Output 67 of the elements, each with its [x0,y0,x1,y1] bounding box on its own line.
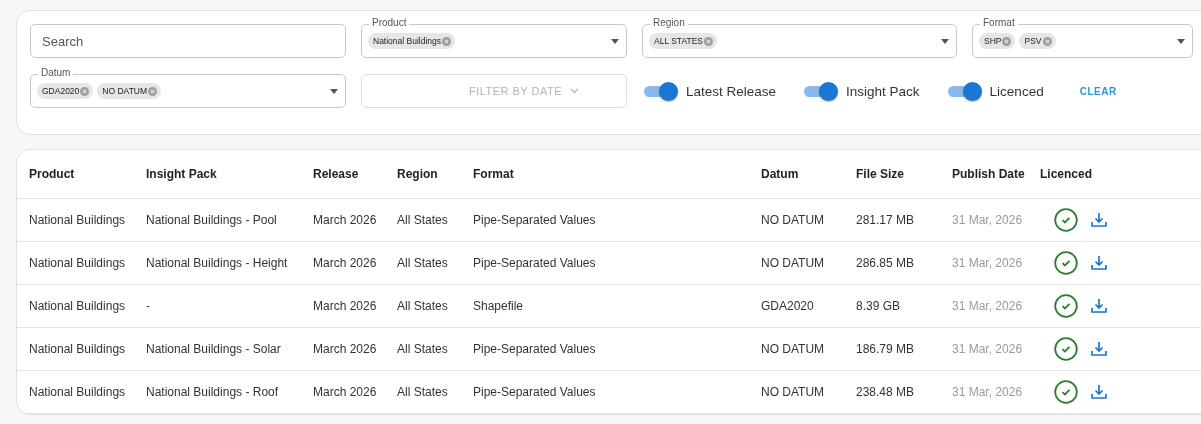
table-cell: 31 Mar, 2026 [940,370,1028,414]
table-cell: Pipe-Separated Values [461,241,749,285]
table-cell: All States [385,198,461,242]
search-field[interactable]: Search [30,24,346,58]
column-header: Licenced [1028,150,1108,199]
table-cell: 286.85 MB [844,241,940,285]
table-cell: National Buildings - Solar [134,327,301,371]
table-cell: March 2026 [301,284,385,328]
filter-chip[interactable]: National Buildings [368,33,456,49]
table-cell: 238.48 MB [844,370,940,414]
table-cell: Pipe-Separated Values [461,327,749,371]
table-cell: 31 Mar, 2026 [940,241,1028,285]
table-cell: All States [385,284,461,328]
table-cell: All States [385,241,461,285]
field-label: Region [650,17,688,29]
select-field[interactable]: Datum GDA2020 NO DATUM [30,67,346,108]
table-cell: National Buildings [17,241,134,285]
filter-chip[interactable]: PSV [1019,33,1056,49]
select-field[interactable]: Product National Buildings [361,17,627,58]
field-label: Format [980,17,1018,29]
table-cell: 31 Mar, 2026 [940,284,1028,328]
table-cell: NO DATUM [749,241,844,285]
filter-chip[interactable]: NO DATUM [97,83,162,99]
toggle-label: Insight Pack [846,83,920,99]
column-header: Format [461,150,749,199]
table-cell: All States [385,370,461,414]
table-cell: March 2026 [301,370,385,414]
filter-chip[interactable]: GDA2020 [37,83,94,99]
table-cell: National Buildings - Pool [134,198,301,242]
column-header: Release [301,150,385,199]
table-cell: National Buildings [17,370,134,414]
table-cell: Pipe-Separated Values [461,198,749,242]
select-field[interactable]: Format SHP PSV [972,17,1193,58]
table-cell: NO DATUM [749,370,844,414]
table-cell: 31 Mar, 2026 [940,198,1028,242]
table-cell: National Buildings - Height [134,241,301,285]
toggle-label: Licenced [989,83,1044,99]
table-cell: All States [385,327,461,371]
table-cell: Shapefile [461,284,749,328]
table-cell: March 2026 [301,241,385,285]
table-cell: 31 Mar, 2026 [940,327,1028,371]
column-header: Publish Date [940,150,1028,199]
table-cell: Pipe-Separated Values [461,370,749,414]
field-label: Datum [38,67,74,79]
table-cell: National Buildings [17,327,134,371]
filter-chip[interactable]: ALL STATES [649,33,717,49]
table-cell: March 2026 [301,198,385,242]
column-header: Insight Pack [134,150,301,199]
table-cell: 8.39 GB [844,284,940,328]
table-cell: March 2026 [301,327,385,371]
table-cell: GDA2020 [749,284,844,328]
column-header: File Size [844,150,940,199]
table-cell: 281.17 MB [844,198,940,242]
column-header: Region [385,150,461,199]
toggle-label: Latest Release [686,83,777,99]
select-field[interactable]: Region ALL STATES [642,17,957,58]
table-cell: - [134,284,301,328]
column-header: Datum [749,150,844,199]
table-cell: NO DATUM [749,327,844,371]
table-cell: NO DATUM [749,198,844,242]
table-cell: 186.79 MB [844,327,940,371]
field-label: Product [369,17,410,29]
filter-chip[interactable]: SHP [979,33,1016,49]
table-cell: National Buildings [17,198,134,242]
column-header: Product [17,150,134,199]
table-cell: National Buildings [17,284,134,328]
table-cell: National Buildings - Roof [134,370,301,414]
